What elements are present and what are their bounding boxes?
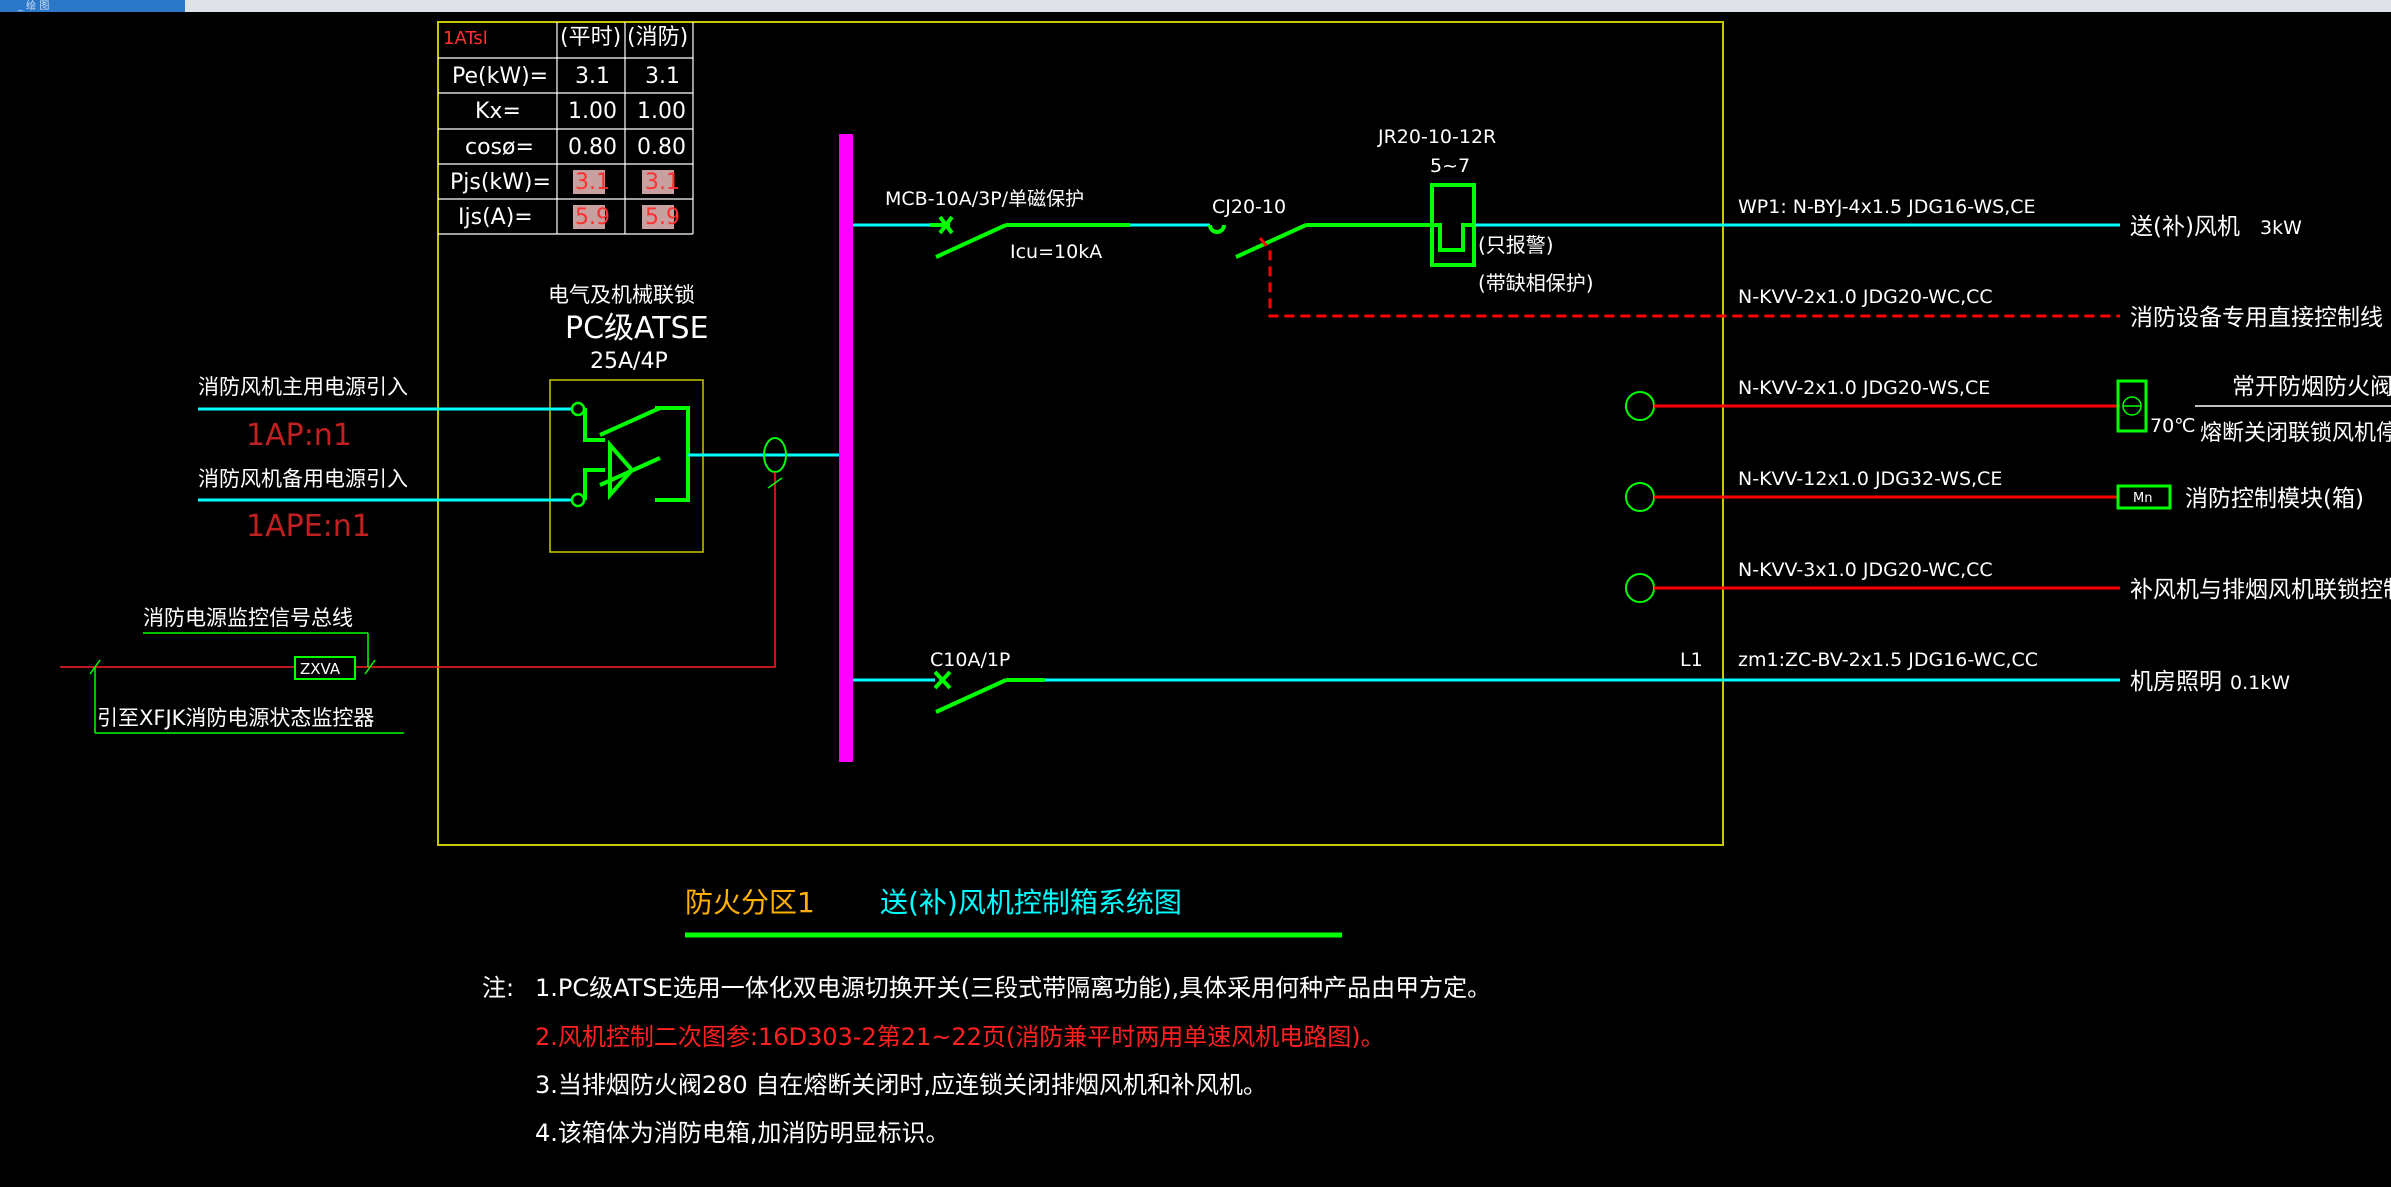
damper-title: 常开防烟防火阀 — [2232, 374, 2391, 400]
relay-note-alarm: (只报警) — [1478, 233, 1554, 257]
atse-rating-label: 25A/4P — [590, 349, 668, 374]
contactor-label: CJ20-10 — [1212, 196, 1286, 218]
zm1-cable: zm1:ZC-BV-2x1.5 JDG16-WC,CC — [1738, 649, 2038, 671]
busbar — [839, 134, 853, 762]
diagram-title: 送(补)风机控制箱系统图 — [880, 886, 1182, 919]
l1-label: L1 — [1680, 649, 1703, 671]
ctrl1-cable: N-KVV-2x1.0 JDG20-WC,CC — [1738, 286, 1993, 308]
ctrl2-cable: N-KVV-2x1.0 JDG20-WS,CE — [1738, 377, 1990, 399]
row-label: Ijs(A)= — [458, 205, 533, 230]
c10a-label: C10A/1P — [930, 649, 1010, 671]
relay-range: 5~7 — [1430, 155, 1470, 177]
relay-note-phase: (带缺相保护) — [1478, 271, 1594, 295]
lighting-label: 机房照明 — [2130, 669, 2222, 695]
damper-temp: 70℃ — [2150, 415, 2196, 437]
direct-control-label: 消防设备专用直接控制线 — [2130, 305, 2383, 331]
terminal-module — [1625, 482, 1655, 512]
backup-input-terminal — [570, 492, 586, 508]
main-input-terminal — [570, 401, 586, 417]
row-value-fire: 1.00 — [637, 99, 686, 124]
monitor-bus-label: 消防电源监控信号总线 — [143, 606, 353, 630]
row-value-normal: 5.9 — [575, 205, 610, 230]
monitor-module-label: ZXVA — [300, 660, 341, 678]
row-label: Kx= — [475, 99, 521, 124]
note-line: 4.该箱体为消防电箱,加消防明显标识。 — [535, 1119, 950, 1147]
atse-interlock-label: 电气及机械联锁 — [548, 283, 695, 307]
row-value-fire: 0.80 — [637, 135, 686, 160]
row-value-normal: 1.00 — [568, 99, 617, 124]
thermal-relay-symbol — [1430, 183, 1476, 267]
interlock-label: 补风机与排烟风机联锁控制线 — [2130, 577, 2391, 603]
param-table — [438, 22, 694, 235]
row-label: Pe(kW)= — [452, 64, 548, 89]
drawing-canvas[interactable]: 1ATsl (平时) (消防) Pe(kW)= 3.1 3.1 Kx= 1.00… — [0, 0, 2391, 1187]
wp1-cable: WP1: N-BYJ-4x1.5 JDG16-WS,CE — [1738, 196, 2036, 218]
terminal-interlock — [1625, 573, 1655, 603]
ctrl3-cable: N-KVV-12x1.0 JDG32-WS,CE — [1738, 468, 2002, 490]
atse-type-label: PC级ATSE — [565, 311, 709, 346]
note-line: 1.PC级ATSE选用一体化双电源切换开关(三段式带隔离功能),具体采用何种产品… — [535, 974, 1491, 1002]
main-input-source: 1AP:n1 — [246, 418, 352, 453]
monitor-to-label: 引至XFJK消防电源状态监控器 — [97, 706, 374, 730]
box-id: 1ATsl — [443, 28, 488, 49]
row-label: cosø= — [465, 135, 534, 160]
main-input-label: 消防风机主用电源引入 — [198, 375, 408, 399]
zone-title: 防火分区1 — [685, 886, 815, 919]
col-fire-header: (消防) — [627, 25, 688, 50]
row-value-fire: 5.9 — [645, 205, 680, 230]
lighting-power: 0.1kW — [2230, 672, 2290, 694]
c10a-symbol — [933, 670, 1045, 714]
mcb-label: MCB-10A/3P/单磁保护 — [885, 188, 1084, 210]
icu-label: Icu=10kA — [1010, 241, 1102, 263]
col-normal-header: (平时) — [560, 25, 621, 50]
panel-frame — [437, 21, 1724, 846]
row-value-normal: 0.80 — [568, 135, 617, 160]
row-value-normal: 3.1 — [575, 170, 610, 195]
module-label: 消防控制模块(箱) — [2185, 486, 2364, 512]
damper-desc: 熔断关闭联锁风机停机 — [2200, 421, 2391, 446]
backup-input-label: 消防风机备用电源引入 — [198, 467, 408, 491]
atse-symbol — [583, 406, 690, 502]
terminal-damper — [1625, 391, 1655, 421]
backup-input-source: 1APE:n1 — [246, 509, 371, 544]
row-value-normal: 3.1 — [575, 64, 610, 89]
contactor-symbol — [1208, 223, 1430, 259]
notes-prefix: 注: — [482, 974, 514, 1002]
note-line: 3.当排烟防火阀280 自在熔断关闭时,应连锁关闭排烟风机和补风机。 — [535, 1071, 1267, 1099]
relay-label: JR20-10-12R — [1377, 126, 1496, 148]
row-value-fire: 3.1 — [645, 170, 680, 195]
fan-label: 送(补)风机 — [2130, 214, 2240, 240]
note-line: 2.风机控制二次图参:16D303-2第21~22页(消防兼平时两用单速风机电路… — [535, 1023, 1385, 1051]
fan-power: 3kW — [2260, 217, 2302, 239]
row-value-fire: 3.1 — [645, 64, 680, 89]
row-label: Pjs(kW)= — [450, 170, 551, 195]
module-box-label: Mn — [2133, 491, 2152, 506]
ctrl4-cable: N-KVV-3x1.0 JDG20-WC,CC — [1738, 559, 1993, 581]
